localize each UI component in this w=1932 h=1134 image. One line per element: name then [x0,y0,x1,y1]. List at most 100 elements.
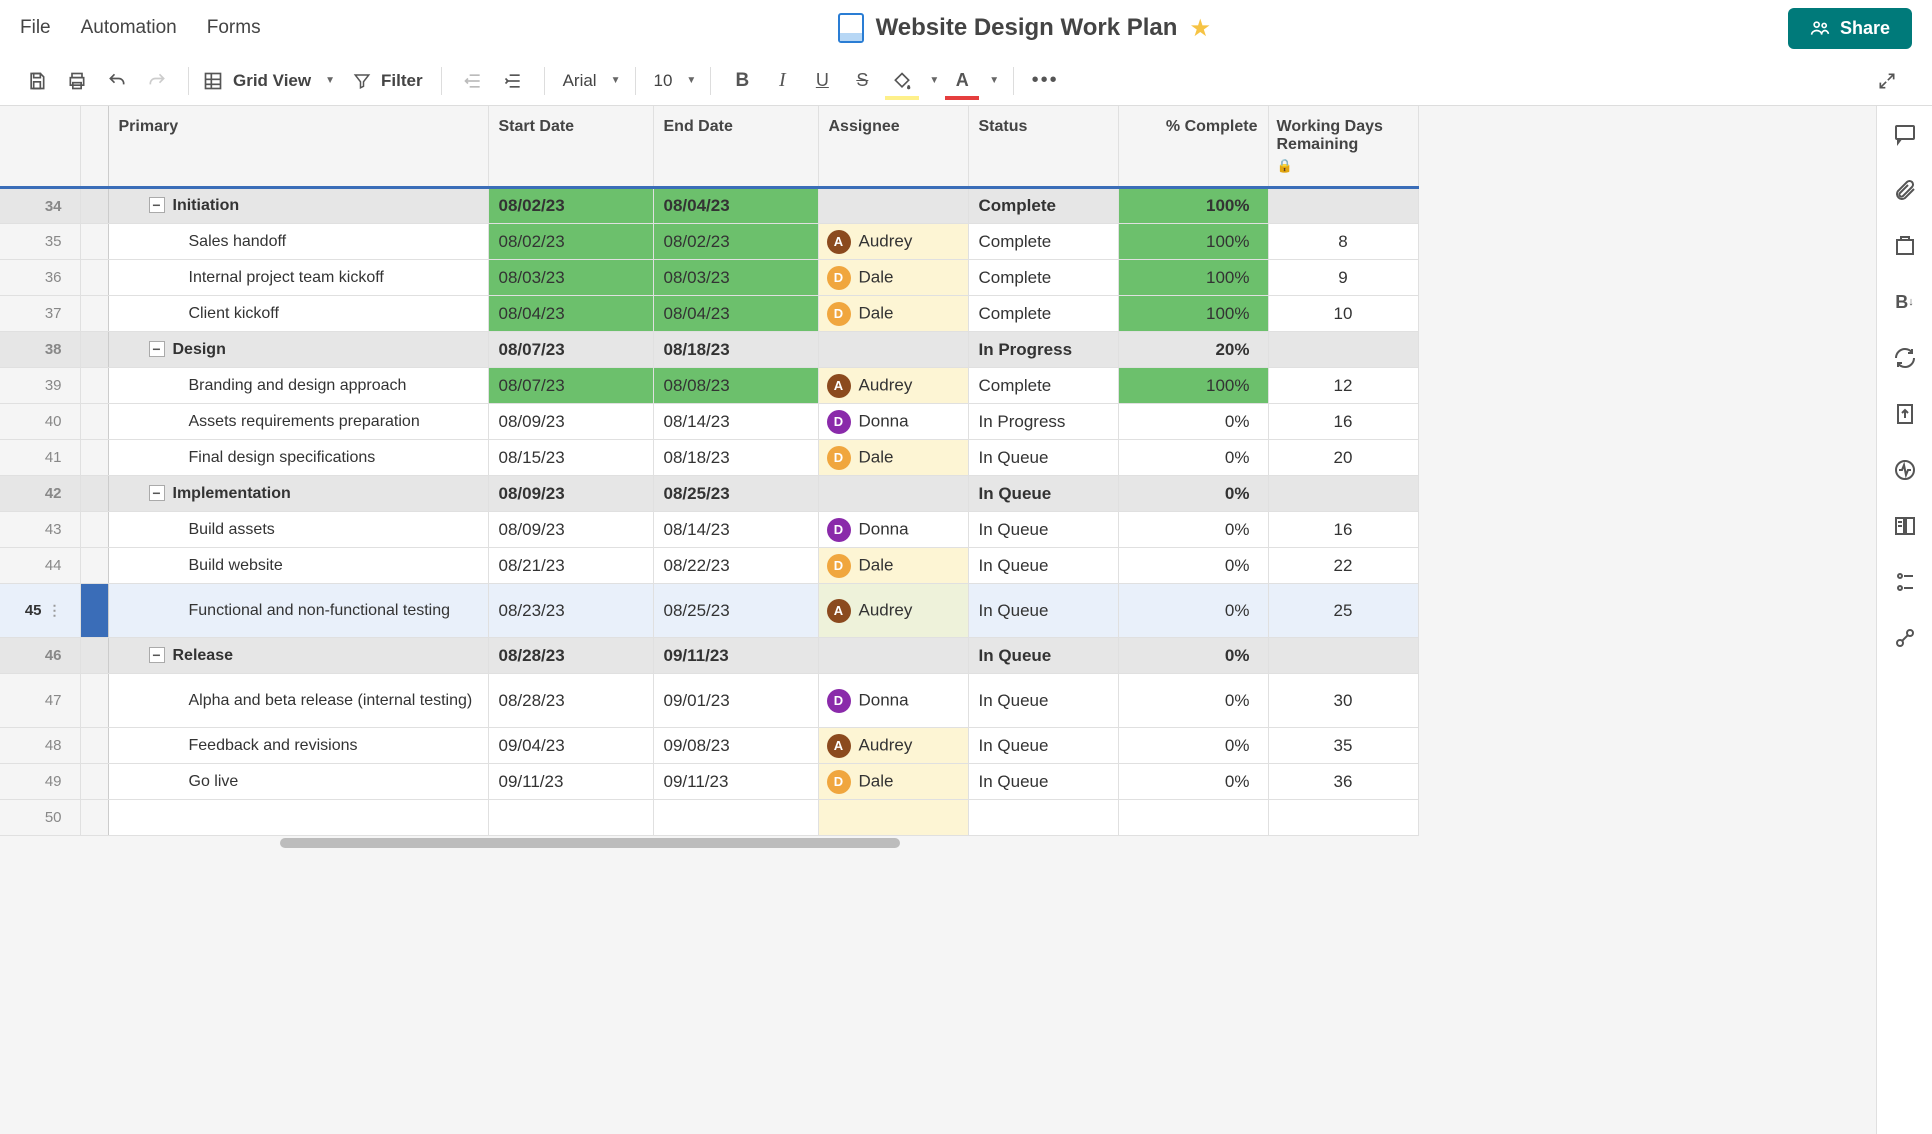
favorite-star-icon[interactable]: ★ [1189,14,1211,43]
row-number[interactable]: 47 [0,674,80,728]
sheet-area[interactable]: Primary Start Date End Date Assignee Sta… [0,106,1876,1134]
end-date-cell[interactable]: 08/03/23 [653,260,818,296]
primary-cell[interactable]: Final design specifications [108,440,488,476]
end-date-cell[interactable]: 08/14/23 [653,404,818,440]
end-date-cell[interactable]: 09/08/23 [653,728,818,764]
filter-button[interactable]: Filter [353,71,427,91]
cell[interactable] [488,800,653,836]
working-days-cell[interactable]: 16 [1268,512,1418,548]
row-handle[interactable] [80,368,108,404]
start-date-cell[interactable]: 08/23/23 [488,584,653,638]
start-date-cell[interactable]: 08/03/23 [488,260,653,296]
cell[interactable] [1118,800,1268,836]
end-date-cell[interactable]: 08/18/23 [653,332,818,368]
assignee-cell[interactable]: DDonna [818,404,968,440]
status-cell[interactable]: In Queue [968,476,1118,512]
primary-cell[interactable]: Feedback and revisions [108,728,488,764]
status-cell[interactable]: In Queue [968,512,1118,548]
end-date-cell[interactable]: 08/22/23 [653,548,818,584]
fill-color-button[interactable] [885,64,919,98]
underline-button[interactable]: U [805,64,839,98]
pct-complete-cell[interactable]: 0% [1118,440,1268,476]
text-color-button[interactable]: A [945,64,979,98]
end-date-cell[interactable]: 08/04/23 [653,188,818,224]
primary-cell[interactable]: −Design [108,332,488,368]
col-header-primary[interactable]: Primary [108,106,488,188]
primary-cell[interactable]: Branding and design approach [108,368,488,404]
proofs-icon[interactable] [1891,232,1919,260]
primary-cell[interactable]: Functional and non-functional testing [108,584,488,638]
cell[interactable] [968,800,1118,836]
assignee-cell[interactable] [818,332,968,368]
primary-cell[interactable]: Client kickoff [108,296,488,332]
status-cell[interactable]: Complete [968,368,1118,404]
upload-icon[interactable] [1891,400,1919,428]
working-days-cell[interactable]: 25 [1268,584,1418,638]
row-handle[interactable] [80,512,108,548]
row-number[interactable]: 36 [0,260,80,296]
assignee-cell[interactable]: AAudrey [818,584,968,638]
start-date-cell[interactable]: 08/15/23 [488,440,653,476]
row-number[interactable]: 38 [0,332,80,368]
pct-complete-cell[interactable]: 100% [1118,296,1268,332]
end-date-cell[interactable]: 08/25/23 [653,476,818,512]
italic-button[interactable]: I [765,64,799,98]
menu-forms[interactable]: Forms [207,17,261,39]
start-date-cell[interactable]: 08/07/23 [488,368,653,404]
pct-complete-cell[interactable]: 0% [1118,404,1268,440]
pct-complete-cell[interactable]: 100% [1118,224,1268,260]
comments-icon[interactable] [1891,120,1919,148]
status-cell[interactable]: Complete [968,296,1118,332]
status-cell[interactable]: In Queue [968,764,1118,800]
primary-cell[interactable]: Build assets [108,512,488,548]
row-number[interactable]: 39 [0,368,80,404]
row-handle[interactable] [80,296,108,332]
pct-complete-cell[interactable]: 100% [1118,368,1268,404]
indent-button[interactable] [496,64,530,98]
menu-file[interactable]: File [20,17,51,39]
end-date-cell[interactable]: 08/02/23 [653,224,818,260]
start-date-cell[interactable]: 08/21/23 [488,548,653,584]
chevron-down-icon[interactable]: ▼ [989,75,999,86]
collapse-button[interactable]: − [149,647,165,663]
pct-complete-cell[interactable]: 0% [1118,764,1268,800]
undo-button[interactable] [100,64,134,98]
document-title[interactable]: Website Design Work Plan [876,14,1178,42]
row-number[interactable]: 40 [0,404,80,440]
pct-complete-cell[interactable]: 0% [1118,548,1268,584]
font-size-selector[interactable]: 10 ▼ [650,71,697,91]
collapse-button[interactable]: − [149,485,165,501]
primary-cell[interactable]: −Release [108,638,488,674]
start-date-cell[interactable]: 08/02/23 [488,188,653,224]
primary-cell[interactable]: Build website [108,548,488,584]
end-date-cell[interactable]: 08/14/23 [653,512,818,548]
assignee-cell[interactable]: DDale [818,296,968,332]
working-days-cell[interactable]: 22 [1268,548,1418,584]
row-handle[interactable] [80,800,108,836]
primary-cell[interactable]: −Initiation [108,188,488,224]
primary-cell[interactable]: Sales handoff [108,224,488,260]
row-handle[interactable] [80,548,108,584]
row-handle[interactable] [80,440,108,476]
row-number[interactable]: 46 [0,638,80,674]
working-days-cell[interactable] [1268,638,1418,674]
working-days-cell[interactable]: 9 [1268,260,1418,296]
col-header-pct[interactable]: % Complete [1118,106,1268,188]
start-date-cell[interactable]: 08/04/23 [488,296,653,332]
brandfolder-icon[interactable]: B↓ [1891,288,1919,316]
primary-cell[interactable]: Alpha and beta release (internal testing… [108,674,488,728]
working-days-cell[interactable]: 10 [1268,296,1418,332]
row-handle[interactable] [80,728,108,764]
end-date-cell[interactable]: 09/11/23 [653,764,818,800]
end-date-cell[interactable]: 08/04/23 [653,296,818,332]
start-date-cell[interactable]: 09/11/23 [488,764,653,800]
assignee-cell[interactable]: AAudrey [818,728,968,764]
activity-icon[interactable] [1891,456,1919,484]
status-cell[interactable]: In Progress [968,404,1118,440]
row-number[interactable]: 43 [0,512,80,548]
col-header-assignee[interactable]: Assignee [818,106,968,188]
save-button[interactable] [20,64,54,98]
outdent-button[interactable] [456,64,490,98]
col-header-start[interactable]: Start Date [488,106,653,188]
working-days-cell[interactable]: 30 [1268,674,1418,728]
